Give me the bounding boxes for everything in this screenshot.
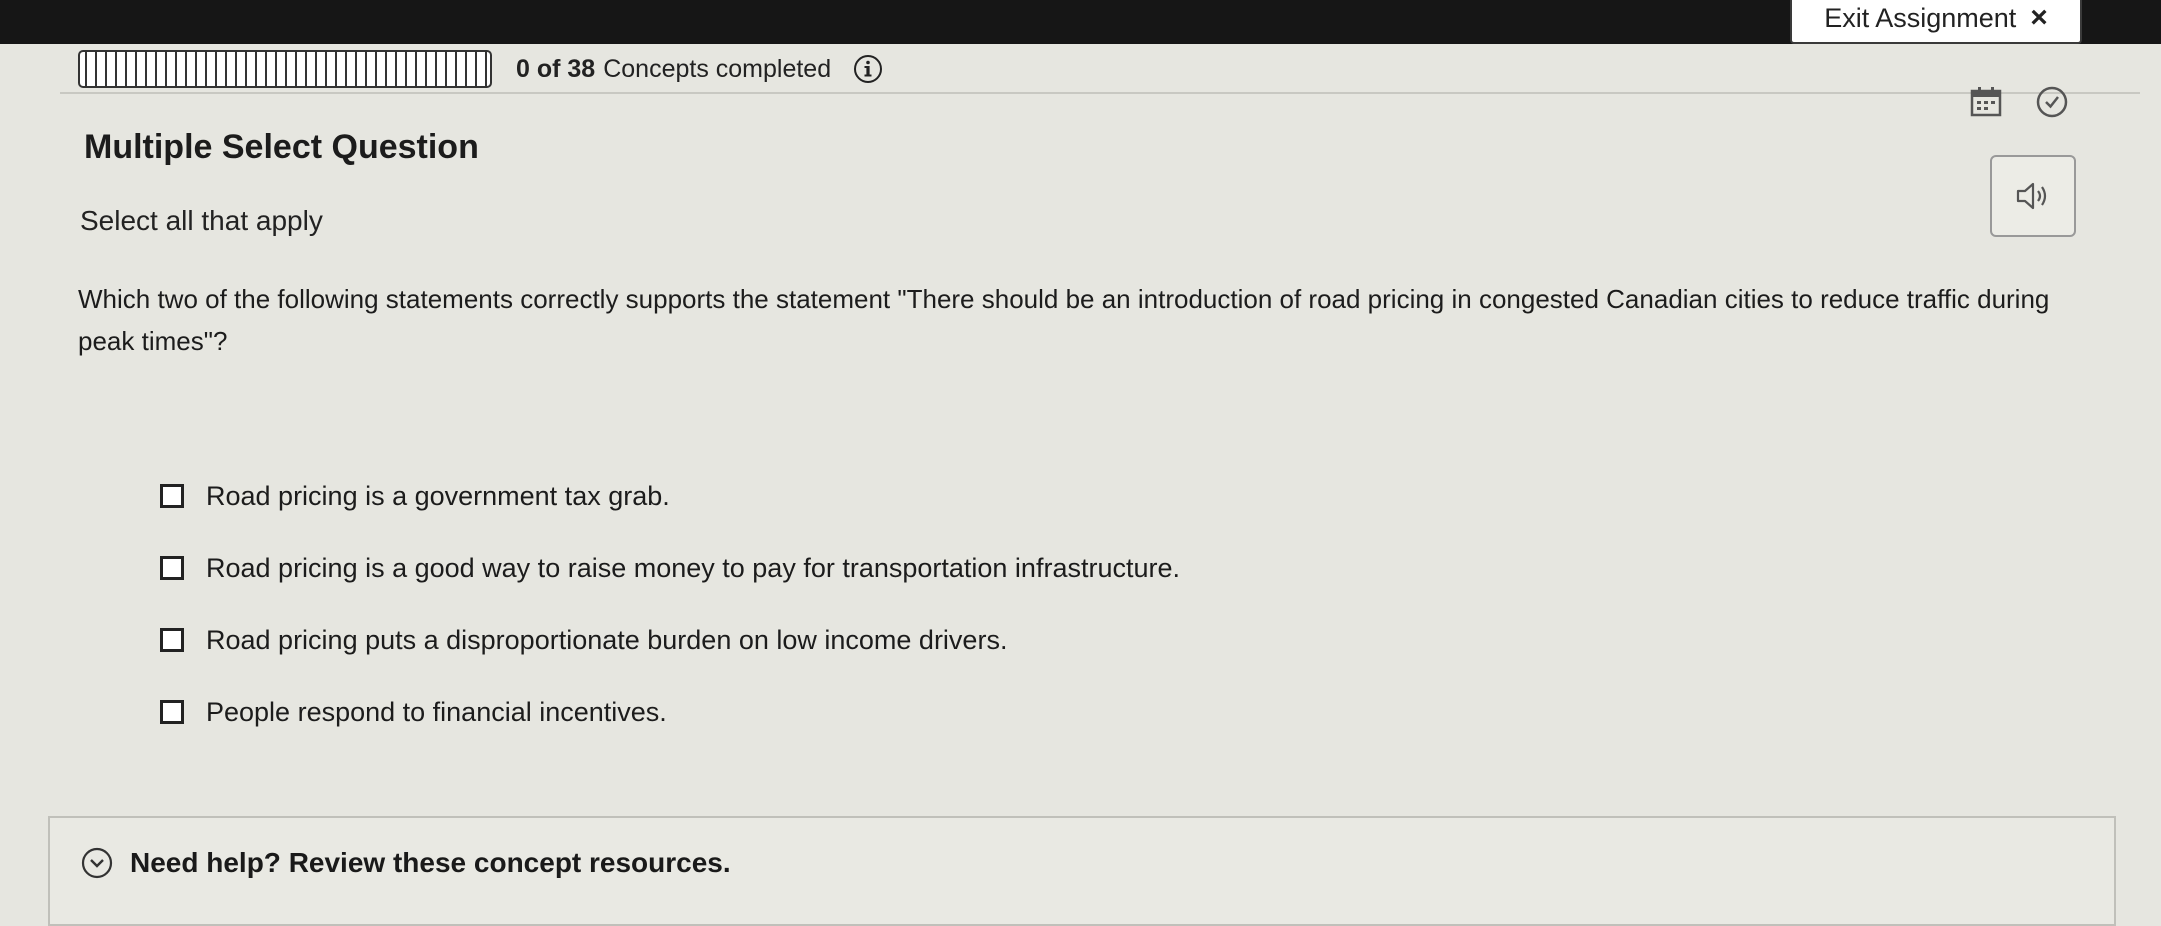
exit-assignment-button[interactable]: Exit Assignment × [1790,0,2082,44]
concepts-progress-bar [78,50,492,88]
speaker-icon [2016,182,2047,210]
top-bar: Exit Assignment × [0,0,2161,44]
chevron-down-circle-icon [81,847,113,879]
answer-option[interactable]: Road pricing puts a disproportionate bur… [160,604,1180,676]
info-icon[interactable] [853,54,883,84]
answer-option[interactable]: Road pricing is a government tax grab. [160,460,1180,532]
answer-label: Road pricing is a good way to raise mone… [206,552,1180,583]
answer-checkbox[interactable] [160,484,184,508]
help-label: Need help? Review these concept resource… [130,847,731,878]
progress-text: 0 of 38 Concepts completed [516,55,831,84]
answer-checkbox[interactable] [160,628,184,652]
question-title: Multiple Select Question [84,128,479,166]
progress-count: 0 of 38 [516,54,596,83]
answer-option[interactable]: Road pricing is a good way to raise mone… [160,532,1180,604]
question-text: Which two of the following statements co… [78,284,2050,356]
help-toggle[interactable]: Need help? Review these concept resource… [80,846,731,880]
answer-options: Road pricing is a government tax grab. R… [160,460,1180,748]
exit-assignment-label: Exit Assignment [1824,2,2017,33]
answer-label: People respond to financial incentives. [206,696,667,727]
answer-label: Road pricing is a government tax grab. [206,480,670,511]
read-aloud-button[interactable] [1990,155,2076,237]
question-instruction: Select all that apply [80,205,323,236]
header-divider [60,92,2140,94]
calendar-icon[interactable] [1968,84,2004,120]
answer-option[interactable]: People respond to financial incentives. [160,676,1180,748]
close-icon: × [2030,1,2048,34]
progress-label: Concepts completed [603,54,832,83]
check-circle-icon[interactable] [2034,84,2070,120]
help-panel: Need help? Review these concept resource… [48,816,2116,926]
progress-row: 0 of 38 Concepts completed [78,46,883,92]
answer-label: Road pricing puts a disproportionate bur… [206,624,1008,655]
answer-checkbox[interactable] [160,700,184,724]
answer-checkbox[interactable] [160,556,184,580]
